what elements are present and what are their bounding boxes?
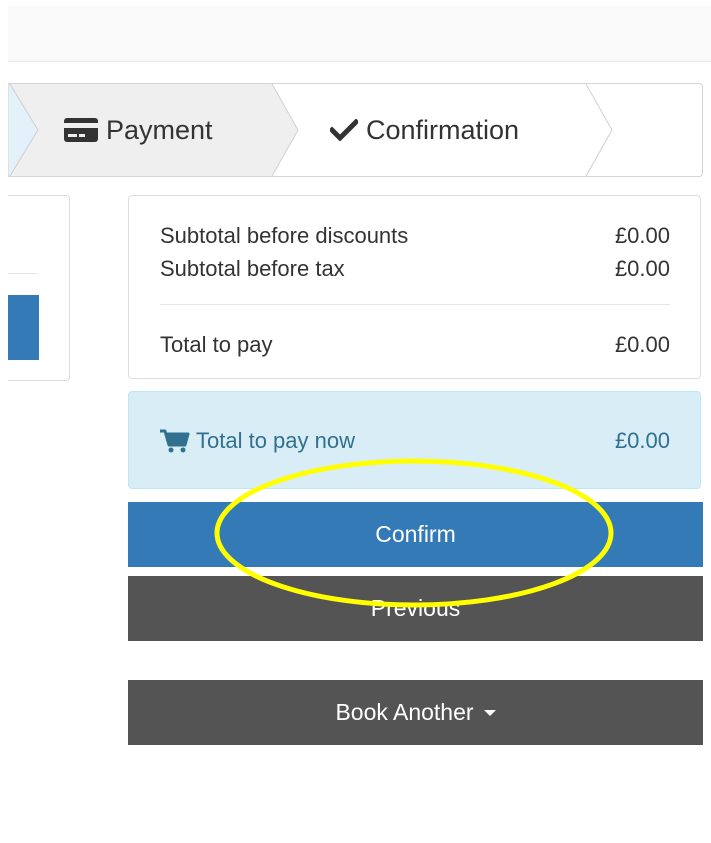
subtotal-before-discounts-row: Subtotal before discounts £0.00 (160, 223, 670, 249)
credit-card-icon (64, 118, 98, 142)
total-to-pay-now-value: £0.00 (614, 428, 670, 453)
top-header-area (8, 6, 711, 62)
checkmark-icon (330, 119, 358, 141)
total-to-pay-now-label-group: Total to pay now (160, 428, 355, 454)
left-panel-divider (8, 273, 38, 274)
total-to-pay-now-panel: Total to pay now £0.00 (128, 391, 701, 489)
order-summary-panel: Subtotal before discounts £0.00 Subtotal… (128, 195, 701, 379)
booking-steps-bar: Payment Confirmation (8, 83, 703, 177)
caret-down-icon (483, 709, 496, 716)
total-to-pay-now-row: Total to pay now £0.00 (160, 428, 670, 454)
left-panel-button-partial[interactable] (8, 295, 39, 360)
total-to-pay-value: £0.00 (614, 332, 670, 357)
confirm-button-label: Confirm (375, 521, 456, 547)
previous-button[interactable]: Previous (128, 576, 703, 641)
step-confirmation-label: Confirmation (366, 114, 520, 145)
step-payment: Payment (64, 84, 213, 176)
subtotal-before-discounts-label: Subtotal before discounts (160, 223, 409, 248)
book-another-button-label: Book Another (335, 699, 474, 725)
book-another-button[interactable]: Book Another (128, 680, 703, 745)
subtotal-before-discounts-value: £0.00 (614, 223, 670, 248)
subtotal-before-tax-value: £0.00 (614, 256, 670, 281)
left-panel-partial (8, 195, 70, 381)
summary-divider (160, 304, 670, 305)
shopping-cart-icon (160, 429, 190, 453)
total-to-pay-now-label: Total to pay now (196, 428, 355, 453)
previous-button-label: Previous (370, 595, 461, 621)
total-to-pay-row: Total to pay £0.00 (160, 332, 670, 358)
confirm-button[interactable]: Confirm (128, 502, 703, 567)
subtotal-before-tax-label: Subtotal before tax (160, 256, 345, 281)
step-confirmation: Confirmation (330, 84, 519, 176)
step-payment-label: Payment (106, 114, 213, 145)
total-to-pay-label: Total to pay (160, 332, 273, 357)
subtotal-before-tax-row: Subtotal before tax £0.00 (160, 256, 670, 282)
